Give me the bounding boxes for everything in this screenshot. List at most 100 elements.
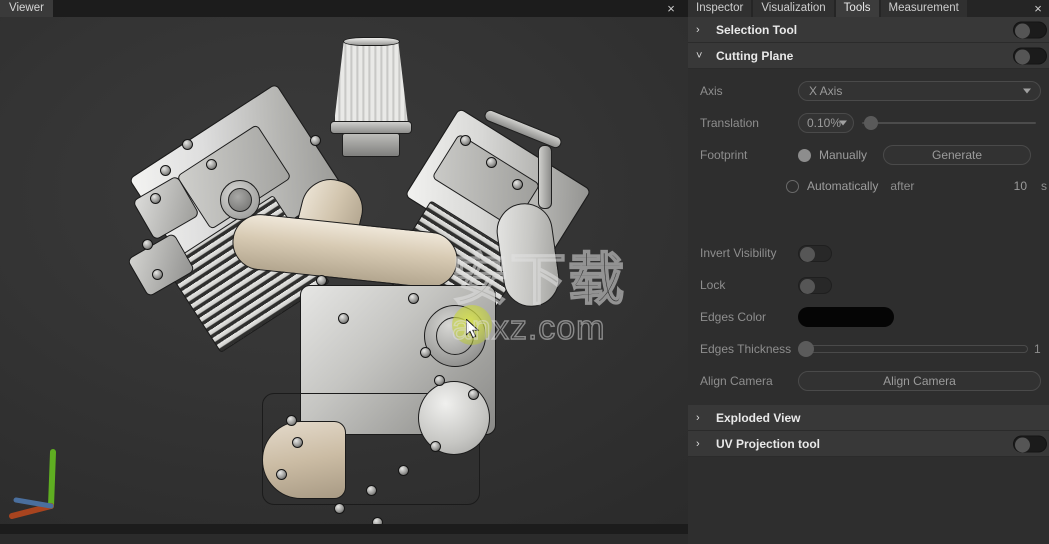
throttle-body xyxy=(342,133,400,157)
translation-label: Translation xyxy=(700,116,759,130)
chevron-right-icon: › xyxy=(696,437,700,450)
bolt xyxy=(292,437,303,448)
oil-filter-barrel xyxy=(262,421,346,499)
application-window: Viewer × anxz.com Inspector Visualizatio… xyxy=(0,0,1049,544)
viewer-tab-bar: Viewer × xyxy=(0,0,688,17)
tab-measurement[interactable]: Measurement xyxy=(880,0,967,17)
tools-panel: Inspector Visualization Tools Measuremen… xyxy=(688,0,1049,544)
gizmo-y-axis xyxy=(48,449,56,509)
section-cutting-plane[interactable]: ˅ Cutting Plane xyxy=(688,43,1049,69)
chevron-down-icon xyxy=(1023,88,1031,94)
chevron-right-icon: › xyxy=(696,411,700,424)
bolt xyxy=(338,313,349,324)
bolt xyxy=(182,139,193,150)
axis-select[interactable]: X Axis xyxy=(798,81,1041,101)
after-value-input[interactable]: 10 xyxy=(1014,179,1027,193)
align-camera-label: Align Camera xyxy=(700,374,773,388)
section-title: Selection Tool xyxy=(716,22,798,37)
bolt xyxy=(408,293,419,304)
axis-value: X Axis xyxy=(809,84,843,98)
translation-value-select[interactable]: 0.10% xyxy=(798,113,854,133)
lock-toggle[interactable] xyxy=(798,276,832,294)
section-exploded-view[interactable]: › Exploded View xyxy=(688,405,1049,431)
edges-thickness-row: Edges Thickness 1 xyxy=(688,333,1049,365)
air-filter-cap xyxy=(343,37,400,46)
bolt xyxy=(334,503,345,514)
chevron-down-icon xyxy=(839,120,847,126)
bolt xyxy=(420,347,431,358)
close-icon[interactable]: × xyxy=(663,0,679,17)
bolt xyxy=(512,179,523,190)
axis-row: Axis X Axis xyxy=(688,75,1049,107)
engine-model[interactable] xyxy=(0,17,688,534)
bolt xyxy=(434,375,445,386)
footprint-automatic-row: Automatically after 10 s xyxy=(688,171,1049,201)
footprint-automatically-radio[interactable] xyxy=(786,179,799,193)
axis-label: Axis xyxy=(700,84,723,98)
after-unit-label: s xyxy=(1041,179,1047,193)
bolt xyxy=(310,135,321,146)
section-selection-tool[interactable]: › Selection Tool xyxy=(688,17,1049,43)
bolt xyxy=(206,159,217,170)
uv-projection-toggle[interactable] xyxy=(1013,435,1047,452)
tab-tools[interactable]: Tools xyxy=(835,0,879,17)
footprint-manually-label: Manually xyxy=(819,148,868,162)
cutting-plane-toggle[interactable] xyxy=(1013,47,1047,64)
gizmo-z-axis xyxy=(13,497,54,509)
bolt xyxy=(366,485,377,496)
lock-label: Lock xyxy=(700,278,726,292)
viewer-pane: Viewer × anxz.com xyxy=(0,0,688,544)
bolt xyxy=(398,465,409,476)
align-camera-row: Align Camera Align Camera xyxy=(688,365,1049,397)
translation-row: Translation 0.10% xyxy=(688,107,1049,139)
bolt xyxy=(468,389,479,400)
footprint-automatically-label: Automatically xyxy=(807,179,879,193)
edges-color-swatch[interactable] xyxy=(798,307,894,327)
axis-gizmo[interactable] xyxy=(8,440,88,520)
bolt xyxy=(460,135,471,146)
edges-thickness-slider[interactable] xyxy=(798,341,1028,357)
tab-inspector[interactable]: Inspector xyxy=(688,0,752,17)
edges-thickness-label: Edges Thickness xyxy=(700,342,792,356)
bolt xyxy=(160,165,171,176)
selection-tool-toggle[interactable] xyxy=(1013,21,1047,38)
invert-visibility-row: Invert Visibility xyxy=(688,237,1049,269)
slider-knob[interactable] xyxy=(798,341,814,357)
side-cover-disc xyxy=(418,381,490,455)
bolt xyxy=(152,269,163,280)
bolt xyxy=(316,275,327,286)
invert-visibility-toggle[interactable] xyxy=(798,244,832,262)
panel-tab-bar: Inspector Visualization Tools Measuremen… xyxy=(688,0,1049,17)
cutting-plane-body: Axis X Axis Translation 0.10% Footprint … xyxy=(688,69,1049,405)
chevron-right-icon: › xyxy=(696,23,700,36)
viewer-status-bar xyxy=(0,524,688,534)
air-filter-cone xyxy=(334,42,408,124)
slider-knob[interactable] xyxy=(864,116,878,130)
port-bore-left xyxy=(228,188,252,212)
close-icon[interactable]: × xyxy=(1031,0,1045,17)
bolt xyxy=(430,441,441,452)
chevron-down-icon: ˅ xyxy=(696,49,703,62)
lock-row: Lock xyxy=(688,269,1049,301)
section-title: Cutting Plane xyxy=(716,48,794,63)
invert-visibility-label: Invert Visibility xyxy=(700,246,777,260)
bolt xyxy=(486,157,497,168)
edges-color-row: Edges Color xyxy=(688,301,1049,333)
slider-track xyxy=(862,122,1036,124)
section-title: UV Projection tool xyxy=(716,436,821,451)
generate-button[interactable]: Generate xyxy=(883,145,1032,165)
footprint-row: Footprint Manually Generate xyxy=(688,139,1049,171)
edges-thickness-value: 1 xyxy=(1034,342,1041,356)
footprint-manually-radio[interactable] xyxy=(798,148,811,162)
align-camera-button[interactable]: Align Camera xyxy=(798,371,1041,391)
translation-slider[interactable] xyxy=(862,116,1036,130)
bolt xyxy=(142,239,153,250)
section-uv-projection-tool[interactable]: › UV Projection tool xyxy=(688,431,1049,457)
tab-visualization[interactable]: Visualization xyxy=(753,0,834,17)
footprint-label: Footprint xyxy=(700,148,748,162)
section-title: Exploded View xyxy=(716,410,801,425)
viewport-3d[interactable]: 安下载 anxz.com xyxy=(0,17,688,534)
bolt xyxy=(150,193,161,204)
tab-viewer[interactable]: Viewer xyxy=(0,0,53,17)
